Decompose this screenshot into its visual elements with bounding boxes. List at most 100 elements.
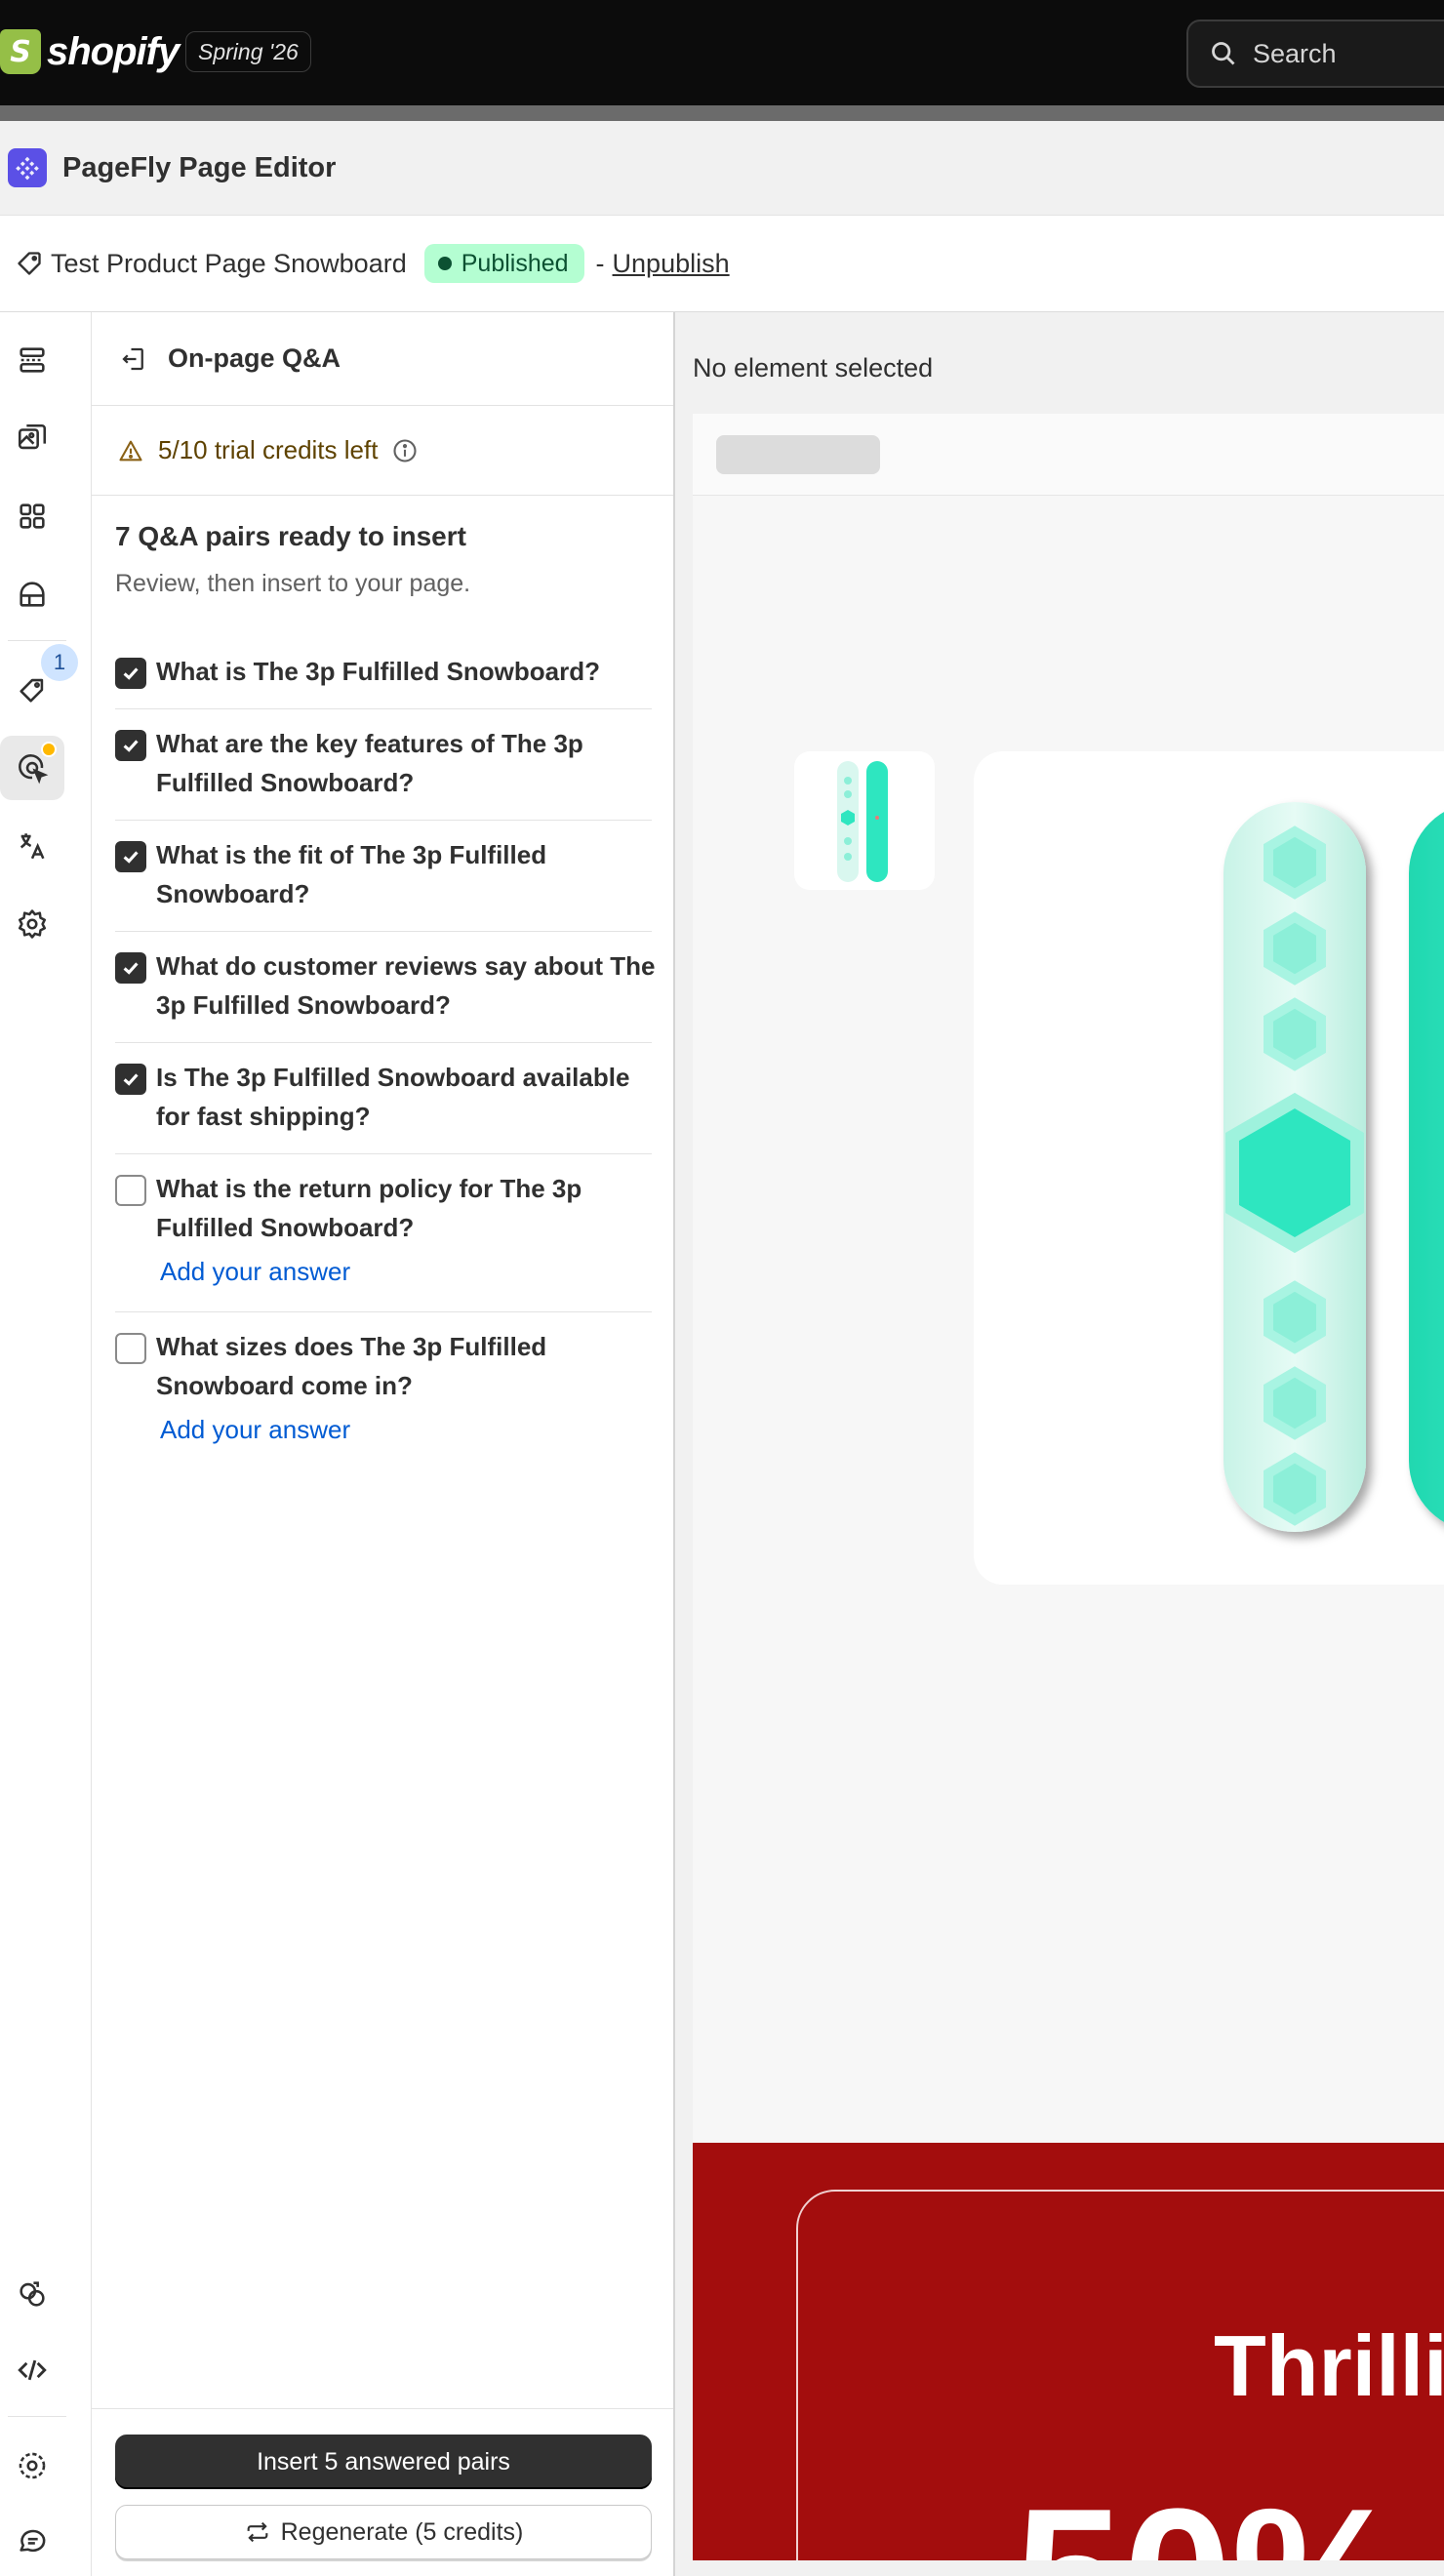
shopify-bag-icon [0,29,41,74]
promo-section[interactable]: Thrilli 50% [693,2143,1444,2560]
admin-topbar: shopify Spring '26 Search [0,0,1444,105]
shopify-logo[interactable]: shopify [0,25,180,78]
qa-checkbox[interactable] [115,658,146,689]
qa-separator [115,708,652,709]
qa-item: What sizes does The 3p Fulfilled Snowboa… [115,1331,675,1445]
info-icon[interactable] [391,437,419,464]
qa-item: What do customer reviews say about The 3… [115,950,675,1025]
seo-search-icon [19,754,49,785]
product-hero-image[interactable] [974,751,1444,1585]
panel-title: On-page Q&A [168,343,341,373]
checkmark-icon [123,851,139,864]
shopify-wordmark: shopify [47,29,180,73]
qa-subheading: Review, then insert to your page. [115,570,471,597]
unread-dot [41,742,57,757]
qa-item: What is the return policy for The 3p Ful… [115,1173,675,1287]
rail-divider [8,640,66,641]
status-dot [437,257,452,270]
templates-icon [20,582,45,607]
page-name: Test Product Page Snowboard [51,248,407,278]
chat-icon [20,2529,46,2553]
qa-question[interactable]: What is the fit of The 3p Fulfilled Snow… [156,835,660,913]
translate-button[interactable] [0,814,64,878]
code-button[interactable] [0,2338,64,2402]
status-badge: Published [423,244,584,283]
qa-panel: On-page Q&A 5/10 trial credits left 7 Q&… [92,312,675,2576]
qa-question[interactable]: Is The 3p Fulfilled Snowboard available … [156,1058,660,1136]
qa-question[interactable]: What are the key features of The 3p Fulf… [156,724,660,802]
checkmark-icon [123,740,139,752]
regenerate-button[interactable]: Regenerate (5 credits) [115,2505,652,2559]
help-button[interactable] [0,2434,64,2498]
qa-separator [115,931,652,932]
notification-badge: 1 [41,644,78,681]
qa-item: What are the key features of The 3p Fulf… [115,728,675,802]
credits-text: 5/10 trial credits left [158,435,379,464]
checkmark-icon [123,667,139,680]
integrations-icon [20,2281,45,2307]
qa-checkbox[interactable] [115,1064,146,1095]
qa-checkbox[interactable] [115,1175,146,1206]
checkmark-icon [123,962,139,975]
qa-item: Is The 3p Fulfilled Snowboard available … [115,1062,675,1136]
editor-canvas: No element selected Thrilli [677,312,1444,2576]
qa-separator [115,1042,652,1043]
topbar-divider [0,105,1444,121]
add-answer-link[interactable]: Add your answer [160,1415,350,1445]
chat-button[interactable] [0,2510,64,2574]
code-icon [18,2359,47,2381]
separator: - [595,248,605,278]
promo-discount: 50% [1015,2480,1405,2561]
unpublish-link[interactable]: Unpublish [613,249,730,279]
status-label: Published [461,249,569,277]
sections-icon [20,347,45,373]
selection-status: No element selected [693,353,934,382]
media-button[interactable] [0,406,64,470]
exit-icon[interactable] [119,344,148,374]
panel-header: On-page Q&A [92,312,673,406]
insert-pairs-button[interactable]: Insert 5 answered pairs [115,2435,652,2489]
qa-heading: 7 Q&A pairs ready to insert [115,521,466,551]
panel-footer: Insert 5 answered pairs Regenerate (5 cr… [92,2408,673,2576]
snowboard-thumbnail-image [837,761,888,882]
qa-separator [115,1153,652,1154]
settings-icon [18,909,47,939]
tag-icon [18,252,41,275]
checkmark-icon [123,1073,139,1086]
page-header: Test Product Page Snowboard Published - … [0,215,1444,312]
promo-title: Thrilli [1214,2317,1444,2414]
regenerate-label: Regenerate (5 credits) [280,2517,524,2546]
search-input[interactable]: Search [1186,20,1444,88]
edition-badge[interactable]: Spring '26 [185,31,311,72]
tag-tool-icon [20,678,44,703]
qa-checkbox[interactable] [115,730,146,761]
snowboard-image [1223,802,1444,1532]
sections-button[interactable] [0,328,64,392]
refresh-icon [247,2521,268,2543]
pagefly-app-icon [8,148,47,187]
qa-checkbox[interactable] [115,1333,146,1364]
search-placeholder: Search [1253,38,1337,68]
qa-question[interactable]: What is the return policy for The 3p Ful… [156,1169,660,1247]
templates-button[interactable] [0,562,64,626]
settings-button[interactable] [0,892,64,956]
elements-button[interactable] [0,484,64,548]
qa-checkbox[interactable] [115,841,146,872]
qa-question[interactable]: What do customer reviews say about The 3… [156,946,660,1025]
add-answer-link[interactable]: Add your answer [160,1257,350,1287]
qa-checkbox[interactable] [115,952,146,984]
product-thumbnail[interactable] [794,751,935,890]
app-title: PageFly Page Editor [62,151,337,183]
qa-question[interactable]: What sizes does The 3p Fulfilled Snowboa… [156,1327,660,1405]
warning-icon [119,440,142,461]
page-preview[interactable]: Thrilli 50% [693,414,1444,2560]
integrations-button[interactable] [0,2262,64,2326]
qa-separator [115,820,652,821]
qa-separator [115,1311,652,1312]
translate-icon [20,833,45,860]
elements-icon [20,503,45,529]
qa-question[interactable]: What is The 3p Fulfilled Snowboard? [156,652,660,691]
help-icon [19,2452,46,2479]
qa-item: What is the fit of The 3p Fulfilled Snow… [115,839,675,913]
preview-toolbar [693,414,1444,496]
